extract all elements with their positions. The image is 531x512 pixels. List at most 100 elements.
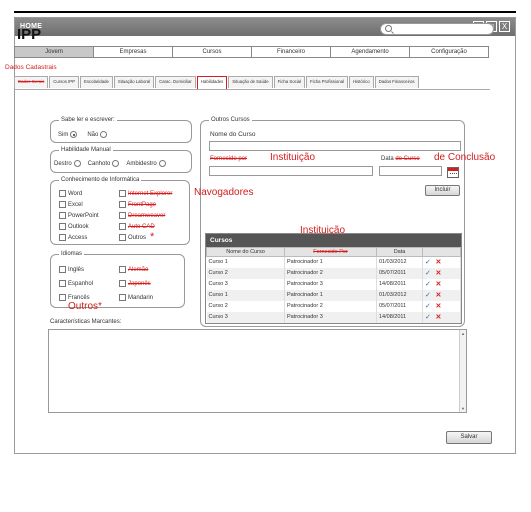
japones-checkbox[interactable] <box>119 280 126 287</box>
ie-checkbox[interactable] <box>119 190 126 197</box>
it-access: Access <box>59 234 87 241</box>
excel-checkbox[interactable] <box>59 201 66 208</box>
instituicao-annotation: Instituição <box>270 152 316 163</box>
delete-icon[interactable]: ✕ <box>435 259 441 266</box>
tab-habilidades[interactable]: Habilidades <box>196 76 228 90</box>
tab-escolaridade[interactable]: Escolaridade <box>80 76 113 88</box>
provider-label: Fornecido por <box>210 156 248 162</box>
edit-icon[interactable]: ✓ <box>425 292 431 299</box>
edit-icon[interactable]: ✓ <box>425 314 431 321</box>
access-label: Access <box>68 234 88 241</box>
espanhol-label: Espanhol <box>68 280 94 287</box>
table-row[interactable]: Curso 3 Patrocinador 3 14/08/2011 ✓ ✕ <box>206 278 461 290</box>
tab-ficha-social[interactable]: Ficha Social <box>273 76 306 88</box>
espanhol-checkbox[interactable] <box>59 280 66 287</box>
course-date-input[interactable] <box>379 166 442 176</box>
japones-label: Japonês <box>128 280 151 287</box>
destro-radio[interactable] <box>73 160 81 167</box>
lang-alemao: Alemão <box>119 266 148 273</box>
tab-situacao-saude[interactable]: Situação de Saúde <box>228 76 273 88</box>
search-input[interactable] <box>380 23 494 35</box>
cell-date: 05/07/2011 <box>376 300 423 312</box>
literacy-no-radio[interactable] <box>100 131 108 138</box>
tab-dados-gerais[interactable]: Dados Gerais <box>14 76 49 88</box>
autocad-checkbox[interactable] <box>119 223 126 230</box>
edit-icon[interactable]: ✓ <box>425 259 431 266</box>
delete-icon[interactable]: ✕ <box>435 303 441 310</box>
menu-empresas[interactable]: Empresas <box>94 47 173 57</box>
edit-icon[interactable]: ✓ <box>425 270 431 277</box>
table-row[interactable]: Curso 1 Patrocinador 1 01/03/2012 ✓ ✕ <box>206 289 461 301</box>
ambidestro-radio[interactable] <box>158 160 166 167</box>
access-checkbox[interactable] <box>59 234 66 241</box>
menu-jovem[interactable]: Jovem <box>15 47 94 57</box>
edit-icon[interactable]: ✓ <box>425 303 431 310</box>
delete-icon[interactable]: ✕ <box>435 314 441 321</box>
outros-checkbox[interactable] <box>119 234 126 241</box>
tab-dados-financeiros[interactable]: Dados Financeiros <box>374 76 419 88</box>
it-word: Word <box>59 190 82 197</box>
literacy-no-label: Não <box>87 131 99 138</box>
add-course-button[interactable]: Incluir <box>425 185 460 196</box>
traits-textarea[interactable] <box>48 329 467 413</box>
literacy-yes-radio[interactable] <box>70 131 78 138</box>
courses-legend: Outros Cursos <box>211 117 250 123</box>
dreamweaver-checkbox[interactable] <box>119 212 126 219</box>
cell-actions: ✓ ✕ <box>422 311 461 323</box>
col-actions <box>422 247 461 257</box>
save-button[interactable]: Salvar <box>446 431 492 444</box>
menu-cursos[interactable]: Cursos <box>173 47 252 57</box>
word-checkbox[interactable] <box>59 190 66 197</box>
frontpage-checkbox[interactable] <box>119 201 126 208</box>
menu-financeiro[interactable]: Financeiro <box>252 47 331 57</box>
delete-icon[interactable]: ✕ <box>435 292 441 299</box>
delete-icon[interactable]: ✕ <box>435 281 441 288</box>
word-label: Word <box>68 190 83 197</box>
table-row[interactable]: Curso 1 Patrocinador 1 01/03/2012 ✓ ✕ <box>206 256 461 268</box>
close-icon[interactable]: X <box>499 21 510 32</box>
it-frontpage: FrontPage <box>119 201 156 208</box>
lang-japones: Japonês <box>119 280 151 287</box>
tab-situacao-laboral[interactable]: Situação Laboral <box>113 76 155 88</box>
it-outros: Outros <box>119 234 146 241</box>
menu-agendamento[interactable]: Agendamento <box>331 47 410 57</box>
cell-actions: ✓ ✕ <box>422 300 461 312</box>
ie-label: Internet Explorer <box>128 190 173 197</box>
provider-input[interactable] <box>209 166 373 176</box>
canhoto-radio[interactable] <box>112 160 120 167</box>
tab-ficha-profissional[interactable]: Ficha Profissional <box>306 76 348 88</box>
instituicao-grid-annotation: Instituição <box>300 225 346 236</box>
mandarin-checkbox[interactable] <box>119 294 126 301</box>
main-menu: Jovem Empresas Cursos Financeiro Agendam… <box>14 46 489 58</box>
calendar-icon[interactable] <box>447 167 459 178</box>
outlook-checkbox[interactable] <box>59 223 66 230</box>
cell-actions: ✓ ✕ <box>422 267 461 279</box>
tab-carac-domiciliar[interactable]: Carac. Domiciliar <box>155 76 196 88</box>
tab-cursos-ipp[interactable]: Cursos IPP <box>49 76 80 88</box>
powerpoint-checkbox[interactable] <box>59 212 66 219</box>
traits-label: Características Marcantes: <box>50 319 122 325</box>
top-rule <box>14 11 516 13</box>
frances-checkbox[interactable] <box>59 294 66 301</box>
search-icon <box>385 25 392 32</box>
tab-historico[interactable]: Histórico <box>348 76 374 88</box>
table-row[interactable]: Curso 2 Patrocinador 2 05/07/2011 ✓ ✕ <box>206 300 461 312</box>
table-row[interactable]: Curso 2 Patrocinador 2 05/07/2011 ✓ ✕ <box>206 267 461 279</box>
destro-label: Destro <box>54 160 72 167</box>
cell-course-name: Curso 1 <box>206 256 285 268</box>
lang-ingles: Inglês <box>59 266 84 273</box>
delete-icon[interactable]: ✕ <box>435 270 441 277</box>
outros-label: Outros <box>128 234 147 241</box>
tab-divider <box>14 89 490 90</box>
it-excel: Excel <box>59 201 83 208</box>
edit-icon[interactable]: ✓ <box>425 281 431 288</box>
alemao-checkbox[interactable] <box>119 266 126 273</box>
literacy-options: Sim Não <box>58 131 108 138</box>
course-name-input[interactable] <box>209 141 461 151</box>
textarea-scrollbar[interactable] <box>459 330 466 412</box>
canhoto-label: Canhoto <box>87 160 111 167</box>
cell-provider: Patrocinador 2 <box>284 267 377 279</box>
ingles-checkbox[interactable] <box>59 266 66 273</box>
table-row[interactable]: Curso 3 Patrocinador 3 14/08/2011 ✓ ✕ <box>206 311 461 323</box>
menu-configuracao[interactable]: Configuração <box>410 47 488 57</box>
